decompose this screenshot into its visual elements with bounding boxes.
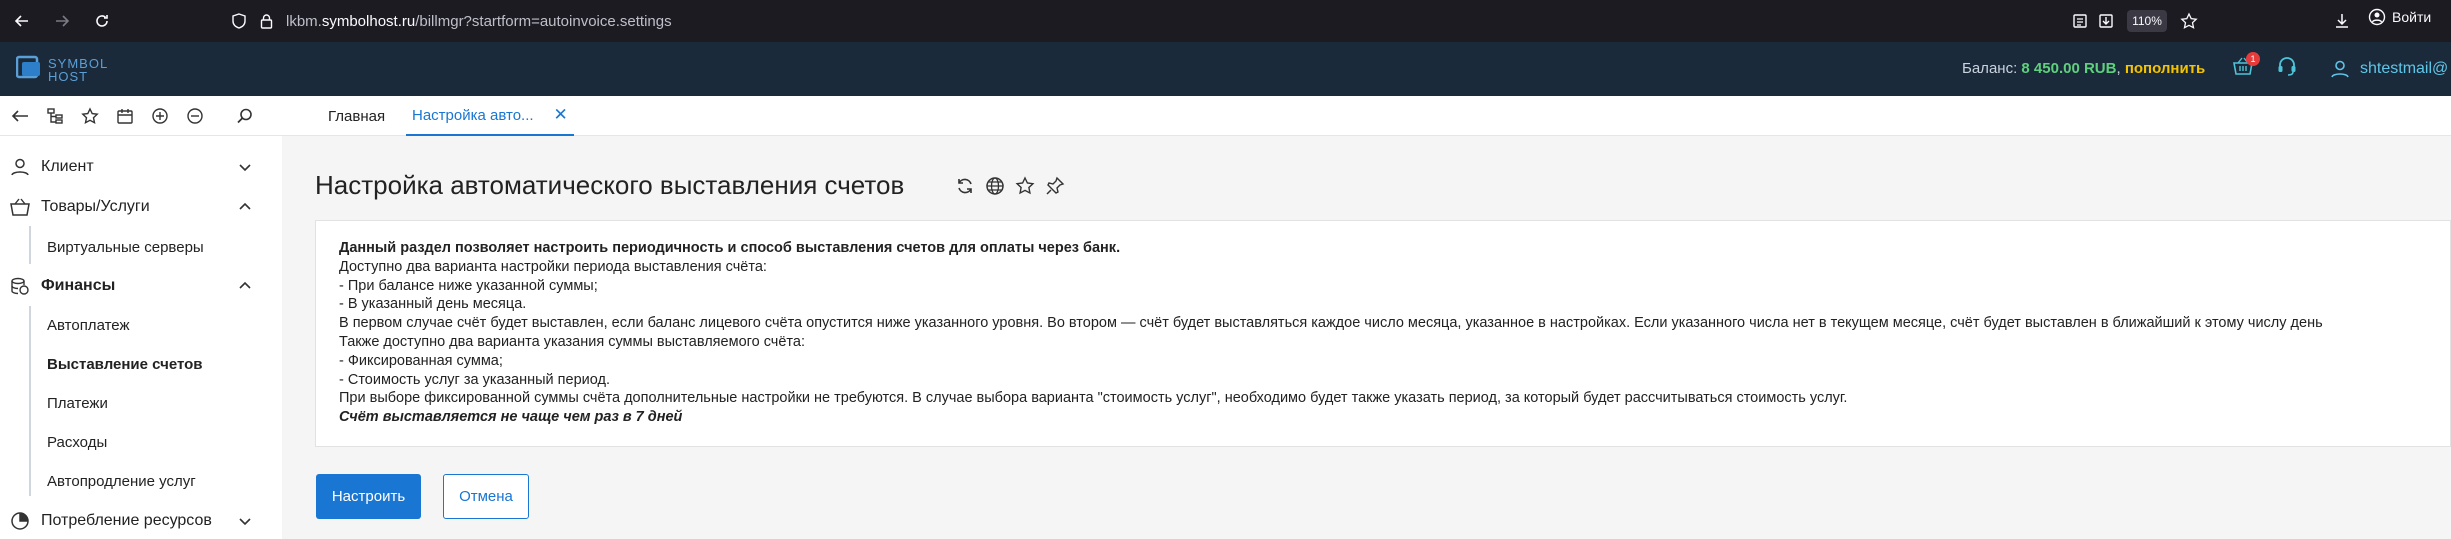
sidebar-item-label: Клиент [41, 158, 94, 175]
chevron-up-icon[interactable] [238, 279, 252, 298]
pie-chart-icon [9, 510, 31, 532]
sidebar-item-label: Выставление счетов [47, 355, 203, 373]
sidebar-item-label: Расходы [47, 433, 108, 451]
sidebar-item-payments[interactable]: Платежи [47, 386, 282, 420]
calendar-icon[interactable] [110, 101, 140, 131]
collapse-all-icon[interactable] [180, 101, 210, 131]
lock-icon [260, 13, 273, 34]
balance: Баланс: 8 450.00 RUB, пополнить [1962, 60, 2206, 77]
tree-icon[interactable] [40, 101, 70, 131]
user-menu[interactable]: shtestmail@ [2330, 59, 2448, 79]
sidebar-item-autopay[interactable]: Автоплатеж [47, 308, 282, 342]
tab-autoinvoice-settings[interactable]: Настройка авто... ✕ [406, 96, 574, 136]
url-text: lkbm.symbolhost.ru/billmgr?startform=aut… [286, 12, 672, 30]
tab-home[interactable]: Главная [328, 96, 385, 136]
sidebar-item-invoicing[interactable]: Выставление счетов [47, 347, 282, 381]
sidebar-item-label: Виртуальные серверы [47, 238, 204, 256]
top-up-link[interactable]: пополнить [2125, 60, 2205, 77]
search-icon[interactable] [230, 101, 260, 131]
downloads-icon[interactable] [2333, 12, 2351, 35]
account-login-button[interactable]: Войти [2368, 8, 2431, 26]
sidebar-item-virtual-servers[interactable]: Виртуальные серверы [47, 230, 282, 264]
sidebar-item-goods[interactable]: Товары/Услуги [0, 190, 282, 224]
zoom-badge[interactable]: 110% [2127, 10, 2167, 32]
user-email: shtestmail@ [2360, 60, 2449, 77]
headset-icon [2276, 55, 2298, 82]
login-label: Войти [2392, 9, 2432, 25]
info-text: Данный раздел позволяет настроить период… [339, 240, 2323, 426]
favorites-icon[interactable] [75, 101, 105, 131]
sidebar-item-autorenew[interactable]: Автопродление услуг [47, 464, 282, 498]
logo-text: SYMBOL HOST [48, 55, 109, 84]
forward-icon[interactable] [44, 3, 80, 39]
back-icon[interactable] [4, 3, 40, 39]
submenu-line [29, 226, 31, 264]
sidebar-item-label: Потребление ресурсов [41, 512, 212, 529]
info-box: Данный раздел позволяет настроить период… [315, 220, 2451, 447]
basket-icon [9, 196, 31, 218]
chevron-down-icon[interactable] [238, 514, 252, 533]
cart-count-badge: 1 [2246, 52, 2260, 66]
reader-view-icon[interactable] [2072, 13, 2088, 34]
tab-label: Главная [328, 107, 386, 125]
address-bar[interactable]: lkbm.symbolhost.ru/billmgr?startform=aut… [210, 4, 2270, 38]
sidebar-item-label: Товары/Услуги [41, 198, 150, 215]
sidebar-item-expenses[interactable]: Расходы [47, 425, 282, 459]
configure-button[interactable]: Настроить [316, 474, 421, 519]
coins-icon [9, 275, 31, 297]
download-page-icon[interactable] [2098, 13, 2114, 34]
reload-icon[interactable] [84, 3, 120, 39]
submenu-line [29, 306, 31, 496]
sidebar-item-finance[interactable]: Финансы [0, 269, 282, 303]
balance-amount: 8 450.00 RUB [2021, 60, 2117, 77]
globe-icon[interactable] [980, 173, 1010, 199]
tab-bar: Главная Настройка авто... ✕ [282, 96, 2451, 136]
collapse-menu-icon[interactable] [5, 101, 35, 131]
sidebar-item-label: Финансы [41, 277, 116, 294]
cart-button[interactable]: 1 [2230, 52, 2260, 81]
support-button[interactable] [2274, 55, 2300, 81]
refresh-icon[interactable] [950, 173, 980, 199]
title-actions [950, 173, 1070, 199]
user-icon [9, 156, 31, 178]
sidebar-item-resources[interactable]: Потребление ресурсов [0, 504, 282, 538]
tab-label: Настройка авто... [412, 106, 534, 124]
pin-icon[interactable] [1040, 173, 1070, 199]
chevron-down-icon[interactable] [238, 160, 252, 179]
shield-icon [232, 13, 246, 34]
cancel-button[interactable]: Отмена [443, 474, 529, 519]
star-icon[interactable] [1010, 173, 1040, 199]
close-icon[interactable]: ✕ [554, 105, 568, 125]
logo-icon [15, 54, 42, 85]
account-icon [2368, 8, 2386, 26]
sidebar-item-label: Автоплатеж [47, 316, 130, 334]
sidebar-item-label: Платежи [47, 394, 108, 412]
sidebar-item-label: Автопродление услуг [47, 472, 196, 490]
user-icon [2330, 59, 2350, 79]
sidebar-item-client[interactable]: Клиент [0, 150, 282, 184]
sidebar-toolbar [0, 96, 282, 136]
page-title: Настройка автоматического выставления сч… [315, 170, 905, 200]
expand-all-icon[interactable] [145, 101, 175, 131]
chevron-up-icon[interactable] [238, 200, 252, 219]
bookmark-star-icon[interactable] [2180, 12, 2198, 35]
logo[interactable]: SYMBOL HOST [15, 54, 109, 85]
